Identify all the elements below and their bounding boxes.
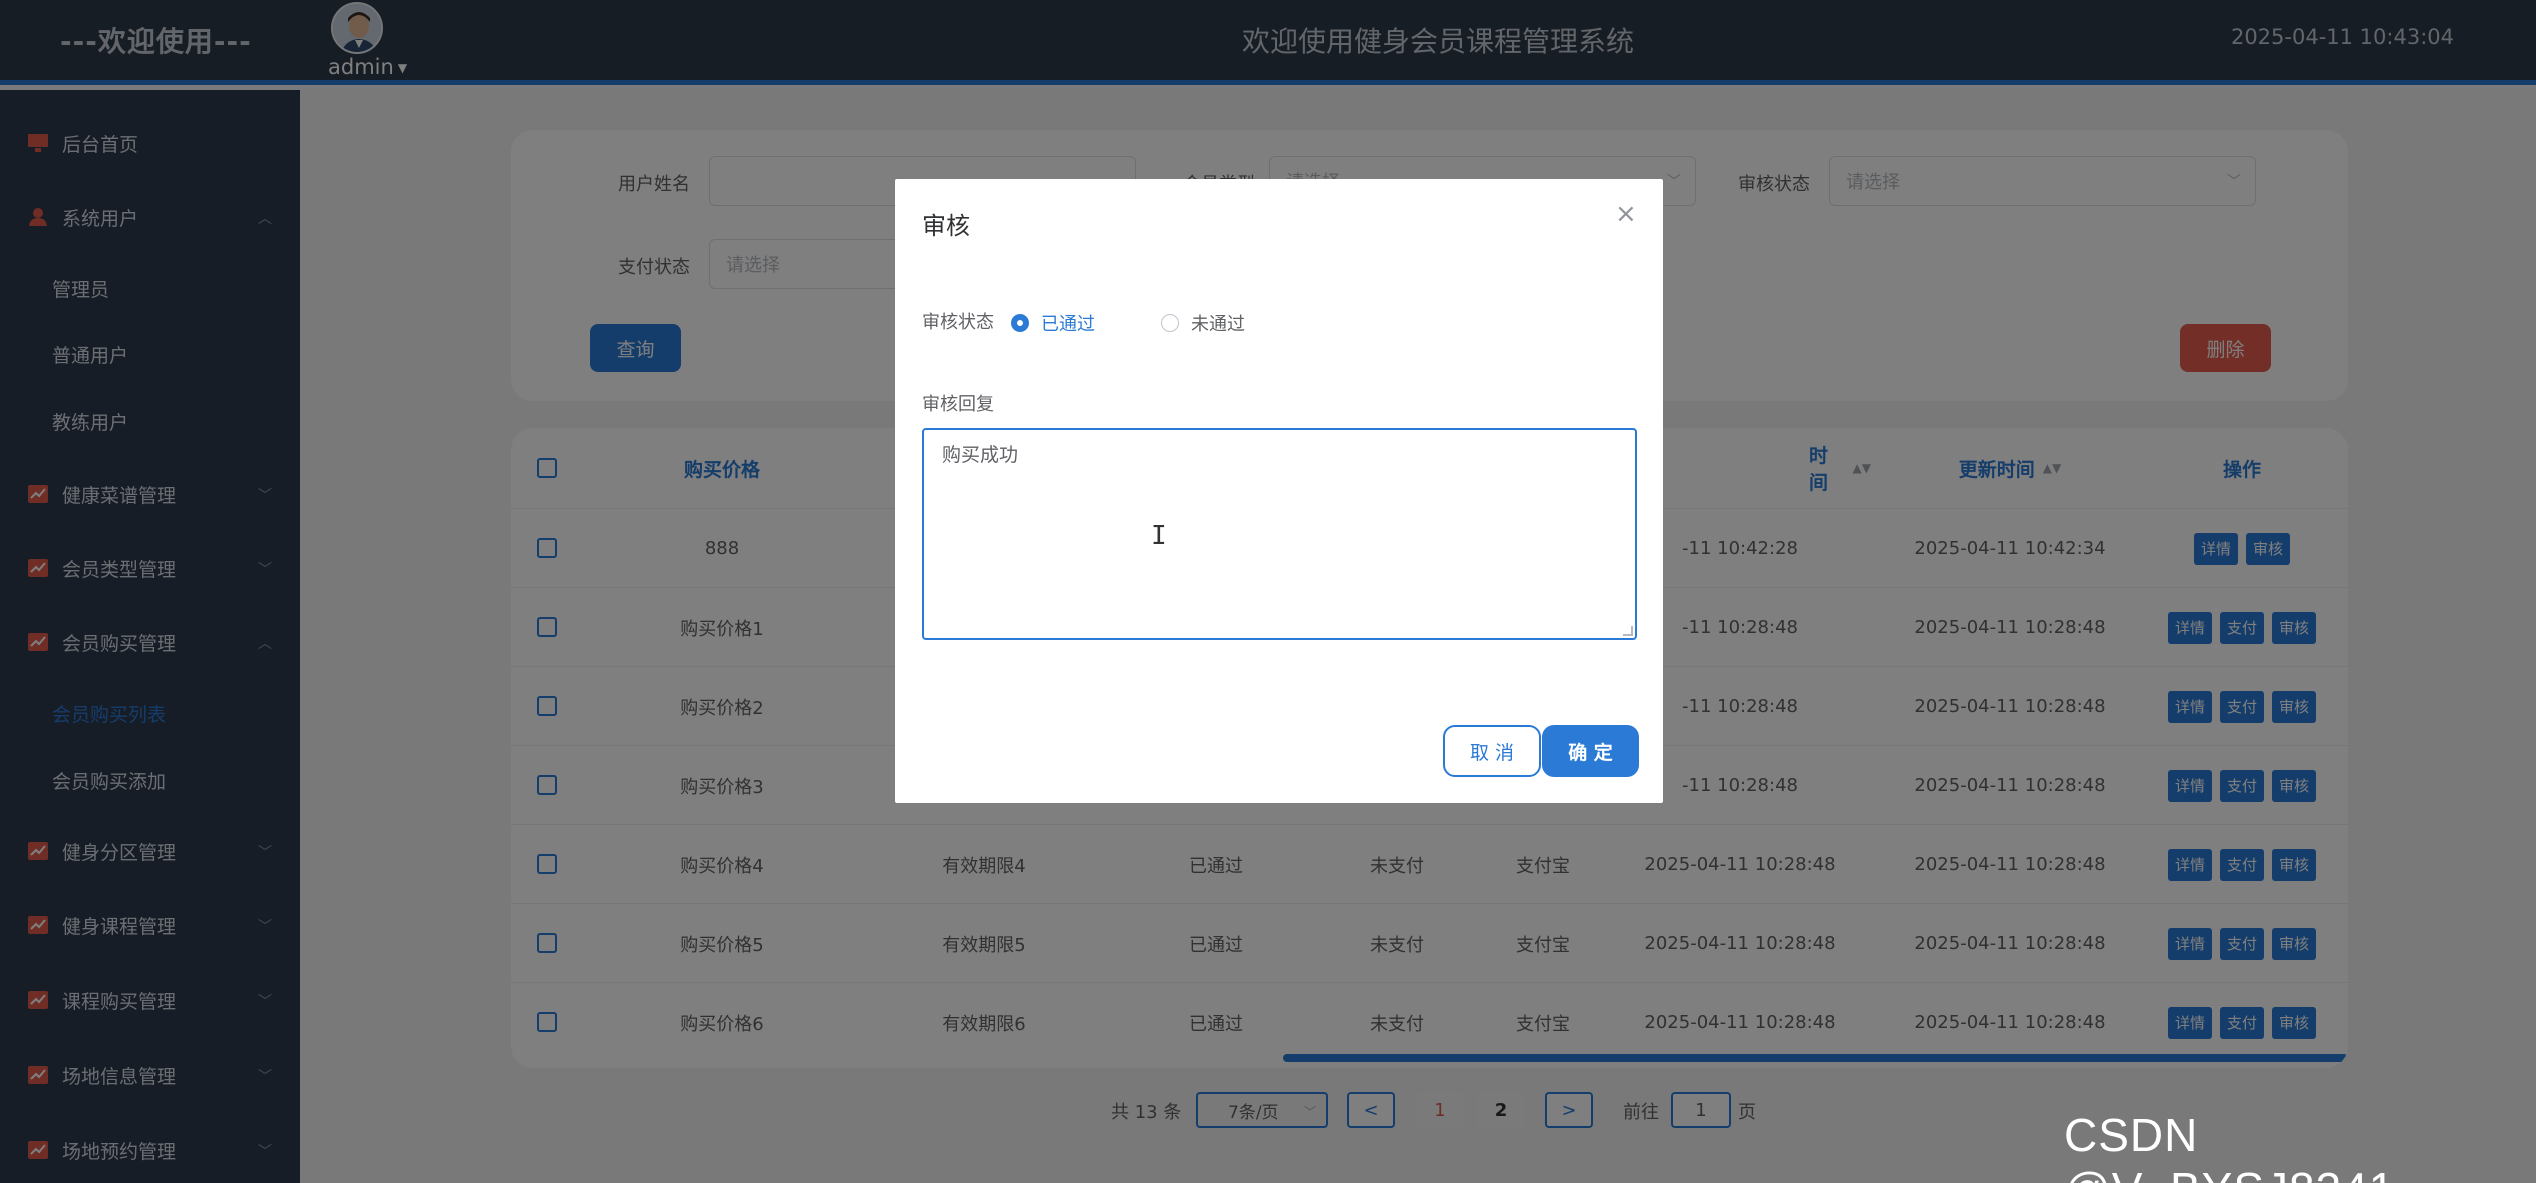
radio-fail[interactable]: 未通过 bbox=[1161, 310, 1245, 336]
audit-dialog: 审核 × 审核状态 已通过 未通过 审核回复 购买成功 取 消 确 定 bbox=[895, 179, 1663, 803]
radio-checked-icon bbox=[1011, 314, 1029, 332]
radio-pass[interactable]: 已通过 bbox=[1011, 310, 1095, 336]
resize-handle-icon[interactable] bbox=[1623, 626, 1633, 636]
audit-reply-textarea[interactable]: 购买成功 bbox=[922, 428, 1637, 640]
audit-reply-label: 审核回复 bbox=[922, 394, 994, 415]
radio-unchecked-icon bbox=[1161, 314, 1179, 332]
text-cursor-icon: I bbox=[1151, 521, 1167, 551]
close-icon[interactable]: × bbox=[1615, 201, 1637, 227]
audit-status-label: 审核状态 bbox=[922, 312, 994, 333]
confirm-button[interactable]: 确 定 bbox=[1542, 725, 1639, 777]
dialog-title: 审核 bbox=[922, 212, 970, 240]
radio-pass-label: 已通过 bbox=[1041, 314, 1095, 335]
cancel-button[interactable]: 取 消 bbox=[1443, 725, 1541, 777]
watermark-text: CSDN @V_BYSJ8341 bbox=[2064, 1109, 2394, 1183]
audit-reply-value: 购买成功 bbox=[942, 444, 1019, 466]
radio-fail-label: 未通过 bbox=[1191, 314, 1245, 335]
